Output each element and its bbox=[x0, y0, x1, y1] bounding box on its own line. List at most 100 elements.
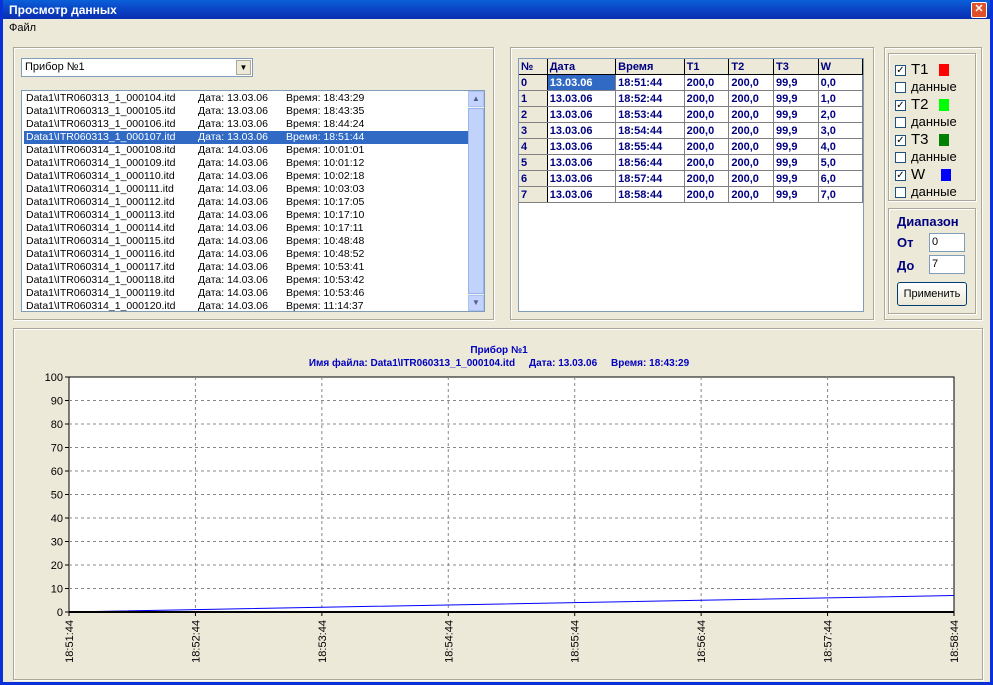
column-header[interactable]: T2 bbox=[728, 59, 775, 75]
table-cell[interactable]: 200,0 bbox=[728, 138, 775, 155]
table-cell[interactable]: 18:55:44 bbox=[615, 138, 685, 155]
series-checkbox-t1[interactable]: ✓ bbox=[895, 65, 906, 76]
data-checkbox[interactable] bbox=[895, 187, 906, 198]
row-index[interactable]: 2 bbox=[519, 106, 548, 123]
table-cell[interactable]: 99,9 bbox=[773, 138, 819, 155]
scroll-thumb[interactable] bbox=[468, 108, 484, 294]
table-row[interactable]: 4 13.03.06 18:55:44 200,0 200,0 99,9 4,0 bbox=[519, 138, 864, 155]
table-cell[interactable]: 18:56:44 bbox=[615, 154, 685, 171]
table-cell[interactable]: 4,0 bbox=[818, 138, 864, 155]
scroll-up-icon[interactable]: ▲ bbox=[468, 91, 484, 107]
column-header[interactable]: Дата bbox=[547, 59, 617, 75]
scroll-down-icon[interactable]: ▼ bbox=[468, 295, 484, 311]
table-cell[interactable]: 200,0 bbox=[684, 106, 730, 123]
table-cell[interactable]: 13.03.06 bbox=[547, 74, 617, 91]
table-row[interactable]: 6 13.03.06 18:57:44 200,0 200,0 99,9 6,0 bbox=[519, 170, 864, 187]
close-button[interactable]: ✕ bbox=[971, 2, 987, 18]
file-list-item[interactable]: Data1\ITR060313_1_000104.itd Дата: 13.03.… bbox=[24, 92, 470, 105]
table-cell[interactable]: 13.03.06 bbox=[547, 106, 617, 123]
file-list-item[interactable]: Data1\ITR060313_1_000105.itd Дата: 13.03.… bbox=[24, 105, 470, 118]
table-cell[interactable]: 2,0 bbox=[818, 106, 864, 123]
file-list-scrollbar[interactable]: ▲ ▼ bbox=[468, 91, 484, 311]
row-index[interactable]: 6 bbox=[519, 170, 548, 187]
column-header[interactable]: Время bbox=[615, 59, 685, 75]
table-cell[interactable]: 99,9 bbox=[773, 186, 819, 203]
file-list-item[interactable]: Data1\ITR060314_1_000115.itd Дата: 14.03.… bbox=[24, 235, 470, 248]
series-checkbox-t2[interactable]: ✓ bbox=[895, 100, 906, 111]
range-to-input[interactable]: 7 bbox=[929, 255, 965, 274]
table-cell[interactable]: 6,0 bbox=[818, 170, 864, 187]
data-checkbox[interactable] bbox=[895, 82, 906, 93]
row-index[interactable]: 4 bbox=[519, 138, 548, 155]
table-row[interactable]: 3 13.03.06 18:54:44 200,0 200,0 99,9 3,0 bbox=[519, 122, 864, 139]
data-checkbox[interactable] bbox=[895, 152, 906, 163]
file-list-item[interactable]: Data1\ITR060314_1_000108.itd Дата: 14.03.… bbox=[24, 144, 470, 157]
data-grid[interactable]: № Дата Время T1 T2 T3 W 0 13.03.06 18:51:44 200,0 2… bbox=[518, 58, 864, 312]
table-row[interactable]: 7 13.03.06 18:58:44 200,0 200,0 99,9 7,0 bbox=[519, 186, 864, 203]
file-list-item[interactable]: Data1\ITR060314_1_000111.itd Дата: 14.03.… bbox=[24, 183, 470, 196]
title-bar[interactable]: Просмотр данных ✕ bbox=[3, 0, 990, 19]
file-list-item[interactable]: Data1\ITR060314_1_000113.itd Дата: 14.03.… bbox=[24, 209, 470, 222]
table-row[interactable]: 0 13.03.06 18:51:44 200,0 200,0 99,9 0,0 bbox=[519, 74, 864, 91]
table-row[interactable]: 2 13.03.06 18:53:44 200,0 200,0 99,9 2,0 bbox=[519, 106, 864, 123]
column-header[interactable]: T3 bbox=[773, 59, 819, 75]
table-cell[interactable]: 200,0 bbox=[684, 186, 730, 203]
file-list-item[interactable]: Data1\ITR060314_1_000120.itd Дата: 14.03.… bbox=[24, 300, 470, 311]
row-index[interactable]: 3 bbox=[519, 122, 548, 139]
row-index[interactable]: 7 bbox=[519, 186, 548, 203]
series-checkbox-w[interactable]: ✓ bbox=[895, 170, 906, 181]
menu-file[interactable]: Файл bbox=[9, 22, 36, 34]
table-cell[interactable]: 18:51:44 bbox=[615, 74, 685, 91]
apply-button[interactable]: Применить bbox=[897, 282, 967, 306]
table-cell[interactable]: 200,0 bbox=[684, 138, 730, 155]
table-cell[interactable]: 13.03.06 bbox=[547, 138, 617, 155]
table-cell[interactable]: 7,0 bbox=[818, 186, 864, 203]
table-cell[interactable]: 99,9 bbox=[773, 90, 819, 107]
table-cell[interactable]: 5,0 bbox=[818, 154, 864, 171]
table-cell[interactable]: 200,0 bbox=[728, 90, 775, 107]
column-header[interactable]: W bbox=[818, 59, 864, 75]
table-cell[interactable]: 18:58:44 bbox=[615, 186, 685, 203]
table-cell[interactable]: 200,0 bbox=[728, 186, 775, 203]
table-cell[interactable]: 99,9 bbox=[773, 170, 819, 187]
table-cell[interactable]: 200,0 bbox=[684, 74, 730, 91]
table-cell[interactable]: 0,0 bbox=[818, 74, 864, 91]
table-row[interactable]: 1 13.03.06 18:52:44 200,0 200,0 99,9 1,0 bbox=[519, 90, 864, 107]
file-list-item[interactable]: Data1\ITR060314_1_000118.itd Дата: 14.03.… bbox=[24, 274, 470, 287]
table-cell[interactable]: 18:53:44 bbox=[615, 106, 685, 123]
table-cell[interactable]: 99,9 bbox=[773, 122, 819, 139]
table-cell[interactable]: 13.03.06 bbox=[547, 122, 617, 139]
table-cell[interactable]: 13.03.06 bbox=[547, 186, 617, 203]
table-cell[interactable]: 200,0 bbox=[684, 90, 730, 107]
dropdown-arrow-icon[interactable]: ▼ bbox=[236, 60, 251, 75]
device-select[interactable]: Прибор №1 ▼ bbox=[21, 58, 253, 77]
row-index[interactable]: 0 bbox=[519, 74, 548, 91]
table-cell[interactable]: 18:57:44 bbox=[615, 170, 685, 187]
table-cell[interactable]: 13.03.06 bbox=[547, 154, 617, 171]
file-list-item[interactable]: Data1\ITR060314_1_000116.itd Дата: 14.03.… bbox=[24, 248, 470, 261]
table-cell[interactable]: 200,0 bbox=[728, 122, 775, 139]
table-cell[interactable]: 200,0 bbox=[684, 170, 730, 187]
table-row[interactable]: 5 13.03.06 18:56:44 200,0 200,0 99,9 5,0 bbox=[519, 154, 864, 171]
series-checkbox-t3[interactable]: ✓ bbox=[895, 135, 906, 146]
table-cell[interactable]: 200,0 bbox=[728, 154, 775, 171]
table-cell[interactable]: 18:52:44 bbox=[615, 90, 685, 107]
table-cell[interactable]: 3,0 bbox=[818, 122, 864, 139]
file-list-item[interactable]: Data1\ITR060314_1_000119.itd Дата: 14.03.… bbox=[24, 287, 470, 300]
table-cell[interactable]: 99,9 bbox=[773, 154, 819, 171]
table-cell[interactable]: 200,0 bbox=[728, 106, 775, 123]
file-list-item[interactable]: Data1\ITR060314_1_000112.itd Дата: 14.03.… bbox=[24, 196, 470, 209]
file-list-item[interactable]: Data1\ITR060313_1_000107.itd Дата: 13.03.… bbox=[24, 131, 470, 144]
table-cell[interactable]: 200,0 bbox=[684, 154, 730, 171]
row-index[interactable]: 5 bbox=[519, 154, 548, 171]
file-list-item[interactable]: Data1\ITR060314_1_000110.itd Дата: 14.03.… bbox=[24, 170, 470, 183]
file-list-item[interactable]: Data1\ITR060314_1_000109.itd Дата: 14.03.… bbox=[24, 157, 470, 170]
table-cell[interactable]: 200,0 bbox=[728, 74, 775, 91]
table-cell[interactable]: 99,9 bbox=[773, 106, 819, 123]
column-header[interactable]: T1 bbox=[684, 59, 730, 75]
file-list-item[interactable]: Data1\ITR060314_1_000117.itd Дата: 14.03.… bbox=[24, 261, 470, 274]
table-cell[interactable]: 13.03.06 bbox=[547, 90, 617, 107]
table-cell[interactable]: 1,0 bbox=[818, 90, 864, 107]
table-cell[interactable]: 200,0 bbox=[684, 122, 730, 139]
table-cell[interactable]: 18:54:44 bbox=[615, 122, 685, 139]
